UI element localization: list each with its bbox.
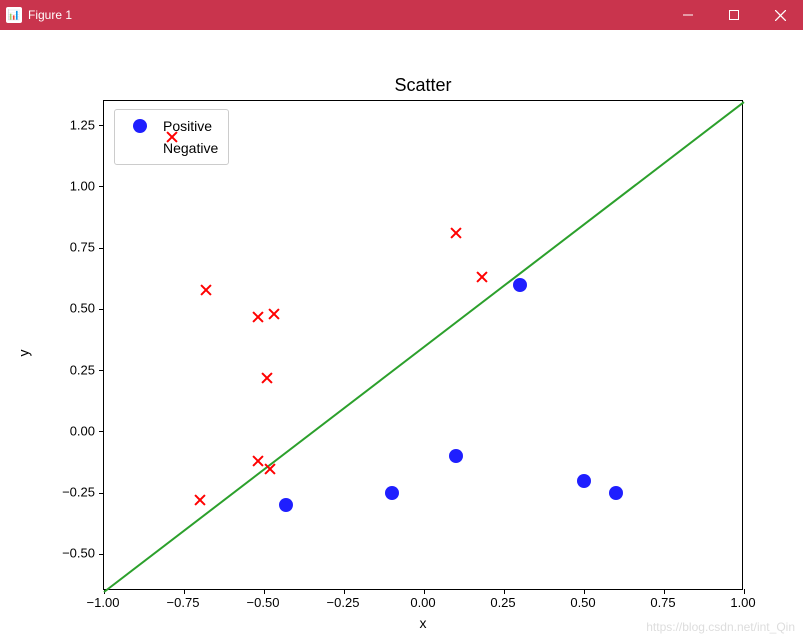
figure-canvas: Scatter x y PositiveNegative −0.50−0.250… <box>0 30 803 637</box>
y-tick-label: 1.25 <box>45 117 95 132</box>
x-tick-label: −0.25 <box>318 595 368 610</box>
legend-entry: Negative <box>125 137 218 159</box>
negative-point <box>267 307 281 321</box>
negative-point <box>263 462 277 476</box>
titlebar[interactable]: 📊 Figure 1 <box>0 0 803 30</box>
chart-title: Scatter <box>103 75 743 96</box>
negative-point <box>193 493 207 507</box>
negative-point <box>475 270 489 284</box>
x-tick <box>424 589 425 594</box>
x-tick-label: −0.75 <box>158 595 208 610</box>
y-tick-label: 0.25 <box>45 362 95 377</box>
x-tick <box>584 589 585 594</box>
positive-point <box>385 486 399 500</box>
y-tick <box>99 554 104 555</box>
negative-point <box>260 371 274 385</box>
y-tick <box>99 125 104 126</box>
x-tick <box>264 589 265 594</box>
close-button[interactable] <box>757 0 803 30</box>
x-tick <box>744 589 745 594</box>
y-axis-label: y <box>16 350 32 357</box>
positive-point <box>279 498 293 512</box>
regression-line <box>103 101 744 593</box>
x-tick-label: −1.00 <box>78 595 128 610</box>
x-tick <box>664 589 665 594</box>
app-icon: 📊 <box>6 7 22 23</box>
y-tick <box>99 309 104 310</box>
y-tick-label: −0.25 <box>45 485 95 500</box>
y-tick-label: 1.00 <box>45 178 95 193</box>
y-tick-label: 0.50 <box>45 301 95 316</box>
legend-label: Positive <box>163 118 212 134</box>
minimize-button[interactable] <box>665 0 711 30</box>
legend: Positive Negative <box>114 109 229 165</box>
x-tick <box>344 589 345 594</box>
window-title: Figure 1 <box>28 8 665 22</box>
circle-marker-icon <box>125 119 155 133</box>
x-marker-icon <box>125 141 155 155</box>
positive-point <box>449 449 463 463</box>
negative-point <box>251 310 265 324</box>
legend-entry: Positive <box>125 115 218 137</box>
x-tick <box>184 589 185 594</box>
y-tick <box>99 370 104 371</box>
y-tick <box>99 186 104 187</box>
positive-point <box>513 278 527 292</box>
x-tick-label: 0.25 <box>478 595 528 610</box>
y-tick <box>99 431 104 432</box>
x-tick-label: 1.00 <box>718 595 768 610</box>
x-tick-label: −0.50 <box>238 595 288 610</box>
watermark: https://blog.csdn.net/int_Qin <box>646 620 795 634</box>
x-tick <box>504 589 505 594</box>
negative-point <box>199 283 213 297</box>
maximize-button[interactable] <box>711 0 757 30</box>
legend-label: Negative <box>163 140 218 156</box>
plot-area: Positive Negative <box>103 100 743 590</box>
x-tick-label: 0.75 <box>638 595 688 610</box>
positive-point <box>609 486 623 500</box>
y-tick-label: 0.75 <box>45 240 95 255</box>
negative-point <box>449 226 463 240</box>
positive-point <box>577 474 591 488</box>
x-tick-label: 0.50 <box>558 595 608 610</box>
y-tick-label: −0.50 <box>45 546 95 561</box>
y-tick-label: 0.00 <box>45 423 95 438</box>
x-tick-label: 0.00 <box>398 595 448 610</box>
y-tick <box>99 493 104 494</box>
figure-window: 📊 Figure 1 Scatter x y PositiveNegative … <box>0 0 803 637</box>
y-tick <box>99 248 104 249</box>
